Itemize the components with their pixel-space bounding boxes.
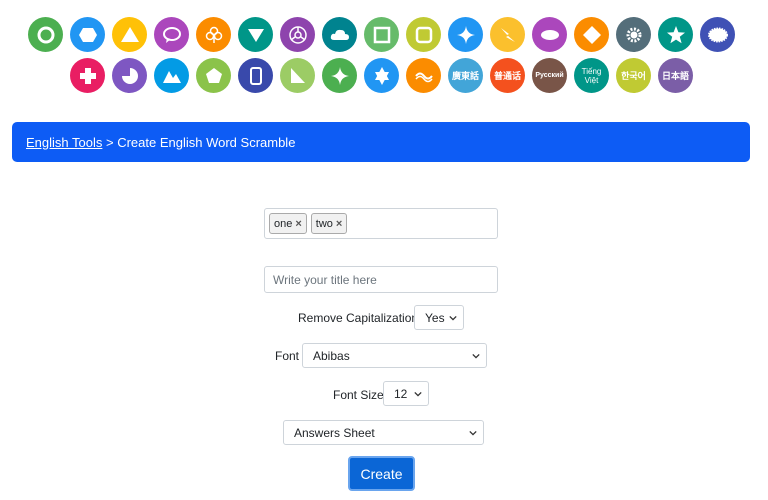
pentagon-icon[interactable] — [196, 58, 231, 93]
select-value: Abibas — [313, 348, 350, 363]
plus-cross-icon[interactable] — [70, 58, 105, 93]
lang-label: Русский — [535, 71, 564, 79]
hexagon-shape-icon[interactable] — [70, 17, 105, 52]
font-size-select[interactable]: 12 — [383, 381, 429, 406]
remove-capitalization-select[interactable]: Yes — [414, 305, 464, 330]
breadcrumb: English Tools > Create English Word Scra… — [12, 122, 750, 162]
select-value: Yes — [425, 310, 445, 325]
rounded-square-icon[interactable] — [406, 17, 441, 52]
chevron-down-icon — [414, 391, 422, 397]
create-button[interactable]: Create — [348, 456, 415, 491]
tag-remove-icon[interactable]: × — [336, 218, 342, 230]
select-value: Answers Sheet — [294, 425, 375, 440]
sheet-type-select[interactable]: Answers Sheet — [283, 420, 484, 445]
cloud-icon[interactable] — [322, 17, 357, 52]
four-point-star-icon[interactable] — [448, 17, 483, 52]
steering-wheel-icon[interactable] — [280, 17, 315, 52]
lang-mandarin-button[interactable]: 普通话 — [490, 58, 525, 93]
title-input[interactable] — [264, 266, 498, 293]
font-label: Font — [275, 349, 300, 363]
right-triangle-icon[interactable] — [280, 58, 315, 93]
badge-icon[interactable] — [700, 17, 735, 52]
font-size-label: Font Size — [333, 388, 384, 402]
chevron-down-icon — [449, 315, 457, 321]
lang-japanese-button[interactable]: 日本語 — [658, 58, 693, 93]
tag-remove-icon[interactable]: × — [295, 218, 301, 230]
word-tag: two × — [310, 213, 348, 234]
lang-label: 廣東話 — [451, 70, 479, 81]
ellipse-icon[interactable] — [532, 17, 567, 52]
lang-vietnamese-button[interactable]: Tiếng Việt — [574, 58, 609, 93]
breadcrumb-separator: > — [102, 134, 118, 150]
tablet-icon[interactable] — [238, 58, 273, 93]
lang-russian-button[interactable]: Русский — [532, 58, 567, 93]
breadcrumb-current: Create English Word Scramble — [117, 134, 296, 150]
lang-label: 普通话 — [493, 70, 521, 81]
square-shape-icon[interactable] — [364, 17, 399, 52]
breadcrumb-link-english-tools[interactable]: English Tools — [26, 135, 102, 150]
diamond-icon[interactable] — [574, 17, 609, 52]
sparkle-icon[interactable] — [322, 58, 357, 93]
speech-bubble-icon[interactable] — [154, 17, 189, 52]
mountain-icon[interactable] — [154, 58, 189, 93]
tag-label: two — [315, 217, 333, 230]
wave-icon[interactable] — [406, 58, 441, 93]
tag-label: one — [274, 217, 293, 230]
triangle-shape-icon[interactable] — [112, 17, 147, 52]
club-icon[interactable] — [196, 17, 231, 52]
font-select[interactable]: Abibas — [302, 343, 487, 368]
lightning-icon[interactable] — [490, 17, 525, 52]
star-icon[interactable] — [658, 17, 693, 52]
pie-shape-icon[interactable] — [112, 58, 147, 93]
word-tag: one × — [269, 213, 307, 234]
lang-label: 日本語 — [661, 70, 689, 81]
six-point-star-icon[interactable] — [364, 58, 399, 93]
word-tag-input[interactable]: one × two × — [264, 208, 498, 239]
chevron-down-icon — [469, 430, 477, 436]
select-value: 12 — [394, 386, 408, 401]
remove-capitalization-label: Remove Capitalization — [298, 311, 419, 325]
chevron-down-icon — [472, 353, 480, 359]
lang-label: Tiếng Việt — [581, 66, 602, 85]
down-triangle-icon[interactable] — [238, 17, 273, 52]
lang-label: 한국어 — [621, 70, 646, 81]
gear-icon[interactable] — [616, 17, 651, 52]
circle-shape-icon[interactable] — [28, 17, 63, 52]
lang-korean-button[interactable]: 한국어 — [616, 58, 651, 93]
lang-cantonese-button[interactable]: 廣東話 — [448, 58, 483, 93]
